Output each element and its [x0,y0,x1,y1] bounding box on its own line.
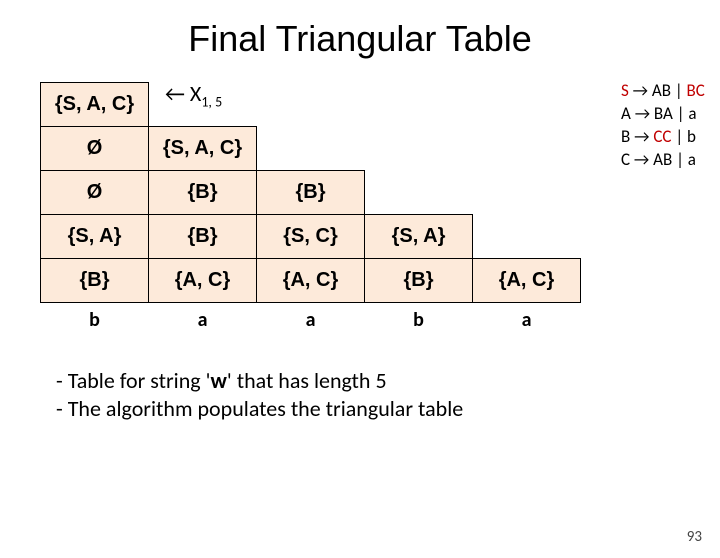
grammar-sep: | [675,80,683,101]
cell-4-4: {B} [365,259,473,303]
grammar-sep: | [675,126,683,147]
grammar-sep: | [676,149,684,170]
grammar-arrow: → [634,149,649,170]
note-line-1: - Table for string 'w' that has length 5 [56,367,720,396]
grammar-lhs: C [621,149,630,170]
grammar-sep: | [677,103,685,124]
table-row: {B} {A, C} {A, C} {B} {A, C} [41,259,581,303]
slide: Final Triangular Table ← X1, 5 {S, A, C}… [0,18,720,558]
grammar-rhs2: a [688,103,696,124]
cell-empty [257,127,365,171]
grammar-rhs1: CC [653,126,671,147]
table-row: Ø {B} {B} [41,171,581,215]
cell-1-2: {S, A} [41,215,149,259]
grammar-rhs2: BC [687,80,705,101]
cell-2-4: {B} [149,171,257,215]
note-line-2: - The algorithm populates the triangular… [56,395,720,424]
terminal-4: b [365,303,473,337]
terminal-2: a [149,303,257,337]
grammar-lhs: S [621,80,629,101]
terminal-1: b [41,303,149,337]
cell-empty [257,83,365,127]
annotation-var: X [190,80,201,107]
grammar-rhs1: AB [652,80,671,101]
cell-5-5: {A, C} [473,259,581,303]
terminal-3: a [257,303,365,337]
cell-empty [473,83,581,127]
grammar-rhs2: b [687,126,696,147]
grammar-rhs1: AB [653,149,672,170]
cell-1-1: {B} [41,259,149,303]
grammar-line: A → BA | a [621,103,705,126]
cell-3-5: {B} [257,171,365,215]
grammar-arrow: → [634,126,649,147]
table-row: Ø {S, A, C} [41,127,581,171]
page-number: 93 [687,528,702,546]
cell-empty [473,171,581,215]
table-row: {S, A} {B} {S, C} {S, A} [41,215,581,259]
grammar-rhs1: BA [654,103,673,124]
grammar-box: S → AB | BC A → BA | a B → CC | b C [621,80,705,172]
grammar-arrow: → [633,80,648,101]
cell-empty [365,127,473,171]
cell-2-5: {S, A, C} [149,127,257,171]
grammar-lhs: A [621,103,631,124]
cell-empty [365,171,473,215]
content-row: ← X1, 5 {S, A, C} Ø {S, A, C} [0,82,720,337]
cell-empty [473,215,581,259]
cell-2-2: {A, C} [149,259,257,303]
table-wrap: ← X1, 5 {S, A, C} Ø {S, A, C} [40,82,581,337]
note-text: ' that has length 5 [227,367,387,394]
grammar-rhs2: a [688,149,696,170]
cell-2-3: {B} [149,215,257,259]
cell-annotation: ← X1, 5 [165,80,222,110]
notes: - Table for string 'w' that has length 5… [56,367,720,424]
table-row: {S, A, C} [41,83,581,127]
terminal-5: a [473,303,581,337]
annotation-sub: 1, 5 [201,93,222,110]
annotation-arrow: ← [165,80,185,107]
cell-3-4: {S, C} [257,215,365,259]
cell-3-3: {A, C} [257,259,365,303]
note-text: - Table for string ' [56,367,210,394]
slide-title: Final Triangular Table [0,18,720,60]
cell-1-3: Ø [41,171,149,215]
grammar-line: B → CC | b [621,126,705,149]
cell-empty [365,83,473,127]
grammar-line: S → AB | BC [621,80,705,103]
grammar-line: C → AB | a [621,149,705,172]
triangular-table: {S, A, C} Ø {S, A, C} Ø {B} {B} [40,82,581,337]
cell-1-5: {S, A, C} [41,83,149,127]
grammar-lhs: B [621,126,630,147]
cell-empty [473,127,581,171]
grammar-arrow: → [635,103,650,124]
note-w: w [210,367,226,394]
terminal-row: b a a b a [41,303,581,337]
cell-1-4: Ø [41,127,149,171]
cell-4-5: {S, A} [365,215,473,259]
